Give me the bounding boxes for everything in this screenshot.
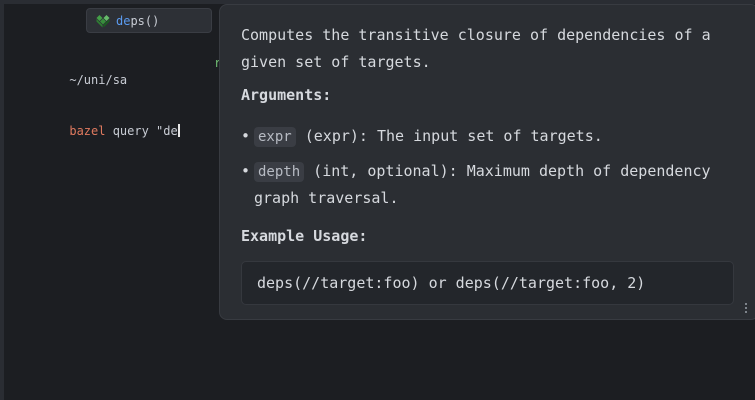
completion-match-text: de: [116, 13, 131, 28]
command-binary: bazel: [69, 124, 106, 138]
argument-description-expr: (expr): The input set of targets.: [295, 127, 603, 145]
doc-description: Computes the transitive closure of depen…: [241, 26, 711, 71]
arguments-heading: Arguments:: [241, 86, 332, 104]
prompt-cwd: ~/uni/sa: [69, 73, 128, 87]
completion-rest-text: ps(): [130, 13, 160, 28]
list-bullet: •: [241, 162, 251, 180]
list-bullet: •: [241, 127, 251, 145]
prompt-line: ~/uni/sa r: [26, 55, 221, 87]
completion-item-deps[interactable]: de ps(): [86, 8, 212, 33]
example-usage-heading: Example Usage:: [241, 227, 368, 245]
command-arguments: query "de: [105, 124, 178, 138]
window-left-border: [0, 0, 4, 400]
example-usage-code: deps(//target:foo) or deps(//target:foo,…: [241, 261, 734, 305]
terminal-output[interactable]: ~/uni/sa r bazel query "de: [26, 21, 221, 157]
terminal-window: ~/uni/sa r bazel query "de de ps() Compute…: [0, 0, 755, 400]
bazel-function-icon: [96, 14, 110, 27]
documentation-popup[interactable]: Computes the transitive closure of depen…: [219, 4, 755, 320]
argument-item-expr: • expr (expr): The input set of targets.: [241, 123, 721, 150]
more-options-icon[interactable]: [745, 303, 749, 313]
argument-name-depth: depth: [254, 162, 305, 182]
argument-description-depth: (int, optional): Maximum depth of depend…: [254, 162, 711, 207]
text-cursor: [177, 124, 180, 137]
argument-item-depth: • depth (int, optional): Maximum depth o…: [241, 158, 721, 212]
command-line[interactable]: bazel query "de: [26, 106, 180, 138]
argument-name-expr: expr: [254, 127, 296, 147]
